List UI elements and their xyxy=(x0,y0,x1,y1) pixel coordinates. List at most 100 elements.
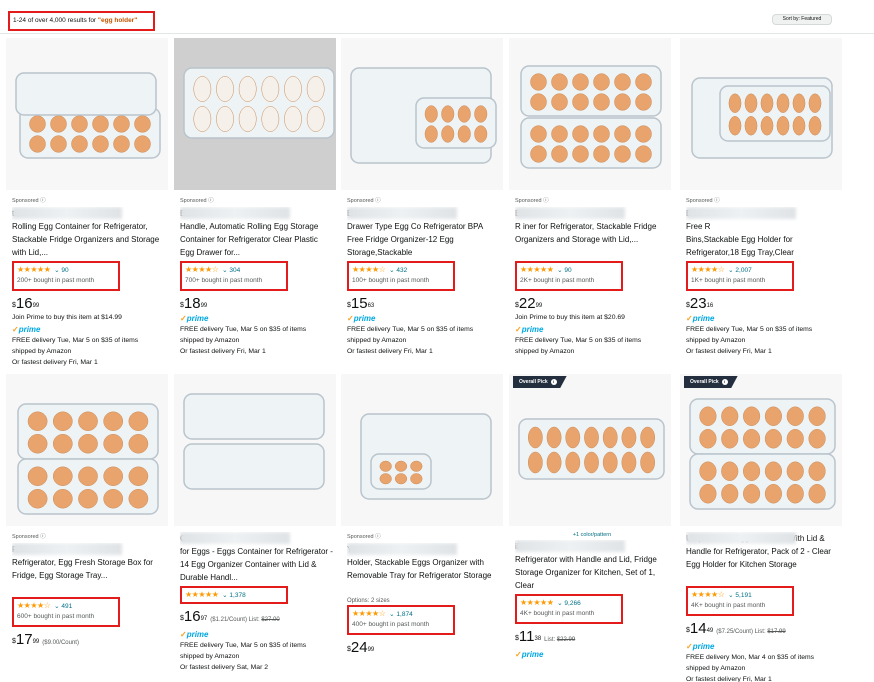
info-icon[interactable]: ⓘ xyxy=(40,534,46,540)
star-rating[interactable]: ★★★★☆ ⌄ 304 xyxy=(185,264,283,276)
product-title-link[interactable]: E r Drawer Type Egg Co Refrigerator BPA … xyxy=(347,207,501,260)
price-symbol: $ xyxy=(12,302,16,309)
product-price[interactable]: $1563 xyxy=(347,296,501,312)
rating-count[interactable]: ⌄ 5,191 xyxy=(726,592,752,599)
info-icon[interactable]: ⓘ xyxy=(40,198,46,204)
star-rating[interactable]: ★★★★★ ⌄ 9,266 xyxy=(520,597,618,609)
info-icon[interactable]: ⓘ xyxy=(543,198,549,204)
star-rating[interactable]: ★★★★☆ ⌄ 432 xyxy=(352,264,450,276)
rating-count[interactable]: ⌄ 9,266 xyxy=(555,600,581,607)
product-image[interactable] xyxy=(341,38,503,190)
product-image[interactable]: Overall Pick i xyxy=(509,374,671,526)
product-price[interactable]: $2299 xyxy=(515,296,669,312)
product-card[interactable]: Overall Picki Utopia Home Egg Container W… xyxy=(680,374,842,682)
sponsored-label: Sponsored ⓘ xyxy=(12,534,46,540)
rating-count[interactable]: ⌄ 2,007 xyxy=(726,267,752,274)
info-icon[interactable]: ⓘ xyxy=(208,198,214,204)
product-card[interactable]: Sponsored ⓘ Ye Holder, Stackable Eggs Org… xyxy=(341,374,503,682)
delivery-info: FREE delivery Tue, Mar 5 on $35 of items xyxy=(347,326,474,333)
product-title-link[interactable]: Ye Holder, Stackable Eggs Organizer with… xyxy=(347,543,501,596)
product-card[interactable]: C anizer Bins for Eggs - Eggs Container … xyxy=(174,374,336,682)
product-image[interactable] xyxy=(6,38,168,190)
rating-highlight: ★★★★☆ ⌄ 304 700+ bought in past month xyxy=(180,261,288,291)
egg-container-image xyxy=(15,72,161,159)
price-symbol: $ xyxy=(515,635,519,642)
product-title-link[interactable]: E tor BPA Free R Bins,Stackable Egg Hold… xyxy=(686,207,840,260)
star-rating[interactable]: ★★★★☆ ⌄ 1,874 xyxy=(352,608,450,620)
product-title-link[interactable]: E th Handle, Automatic Rolling Egg Stora… xyxy=(180,207,334,260)
star-rating[interactable]: ★★★★☆ ⌄ 5,191 xyxy=(691,589,789,601)
product-price[interactable]: $1899 xyxy=(180,296,334,312)
product-image[interactable] xyxy=(341,374,503,526)
rating-count[interactable]: ⌄ 432 xyxy=(387,267,407,274)
product-card[interactable]: Sponsored ⓘ R Container for Refrigerator,… xyxy=(6,374,168,682)
product-details: C anizer Bins for Eggs - Eggs Container … xyxy=(180,532,334,673)
rating-highlight: ★★★★☆ ⌄ 2,007 1K+ bought in past month xyxy=(686,261,794,291)
egg-container-image xyxy=(691,77,833,159)
price-symbol: $ xyxy=(180,302,184,309)
sponsored-label: Sponsored ⓘ xyxy=(180,198,214,204)
product-price[interactable]: $1449 ($7.25/Count) List: $17.99 xyxy=(686,621,840,640)
product-title-link[interactable]: iD Refrigerator with Handle and Lid, Fri… xyxy=(515,540,669,593)
fastest-delivery: Or fastest delivery Fri, Mar 1 xyxy=(12,359,98,366)
product-card[interactable]: Sponsored ⓘ E tic R iner for Refrigerator… xyxy=(509,38,671,370)
sort-dropdown[interactable]: Sort by: Featured xyxy=(772,14,832,25)
rating-highlight: ★★★★☆ ⌄ 1,874 400+ bought in past month xyxy=(347,605,455,635)
product-price[interactable]: $1699 xyxy=(12,296,166,312)
product-card[interactable]: Sponsored ⓘ tic Rolling Egg Container fo… xyxy=(6,38,168,370)
product-title-link[interactable]: R Container for Refrigerator, Egg Fresh … xyxy=(12,543,166,596)
blurred-brand-name xyxy=(515,540,625,552)
product-title-link[interactable]: C anizer Bins for Eggs - Eggs Container … xyxy=(180,532,334,585)
product-image[interactable] xyxy=(6,374,168,526)
product-image[interactable] xyxy=(509,38,671,190)
info-icon[interactable]: i xyxy=(721,378,728,385)
price-fraction: 99 xyxy=(32,639,40,645)
product-card[interactable]: Sponsored ⓘ E tor BPA Free R Bins,Stackab… xyxy=(680,38,842,370)
product-details: Sponsored ⓘ Ye Holder, Stackable Eggs Org… xyxy=(347,532,501,656)
product-card[interactable]: Sponsored ⓘ E th Handle, Automatic Rollin… xyxy=(174,38,336,370)
overall-pick-badge: Overall Pick i xyxy=(684,376,738,388)
star-rating[interactable]: ★★★★★ ⌄ 90 xyxy=(17,264,115,276)
info-icon[interactable]: ⓘ xyxy=(714,198,720,204)
rating-highlight: ★★★★☆ ⌄ 491 600+ bought in past month xyxy=(12,597,120,627)
product-card[interactable]: Overall Picki +1 color/pattern iD Refriger… xyxy=(509,374,671,682)
product-price[interactable]: $1138 List: $22.99 xyxy=(515,629,669,648)
product-image[interactable] xyxy=(174,38,336,190)
product-title-link[interactable]: tic Rolling Egg Container for Refrigerat… xyxy=(12,207,166,260)
product-price[interactable]: $2499 xyxy=(347,640,501,656)
rating-count[interactable]: ⌄ 90 xyxy=(52,267,69,274)
rating-count[interactable]: ⌄ 491 xyxy=(52,603,72,610)
product-details: Sponsored ⓘ E tor BPA Free R Bins,Stackab… xyxy=(686,196,840,357)
product-image[interactable]: Overall Pick i xyxy=(680,374,842,526)
product-details: Utopia Home Egg Container With Lid & Han… xyxy=(686,532,840,682)
star-rating[interactable]: ★★★★☆ ⌄ 491 xyxy=(17,600,115,612)
star-rating[interactable]: ★★★★☆ ⌄ 2,007 xyxy=(691,264,789,276)
product-title-link[interactable]: E tic R iner for Refrigerator, Stackable… xyxy=(515,207,669,260)
product-image[interactable] xyxy=(174,374,336,526)
rating-count[interactable]: ⌄ 1,874 xyxy=(387,611,413,618)
product-image[interactable] xyxy=(680,38,842,190)
options-count[interactable]: Options: 2 sizes xyxy=(347,598,501,604)
price-fraction: 99 xyxy=(535,303,543,309)
star-rating[interactable]: ★★★★★ ⌄ 1,378 xyxy=(185,589,283,601)
prime-check-icon: ✓ xyxy=(347,314,354,323)
product-price[interactable]: $2316 xyxy=(686,296,840,312)
rating-count[interactable]: ⌄ 1,378 xyxy=(220,592,246,599)
info-icon[interactable]: i xyxy=(550,378,557,385)
product-card[interactable]: Sponsored ⓘ E r Drawer Type Egg Co Refrig… xyxy=(341,38,503,370)
delivery-info: FREE delivery Tue, Mar 5 on $35 of items xyxy=(12,337,139,344)
rating-count[interactable]: ⌄ 304 xyxy=(220,267,240,274)
blurred-brand-name xyxy=(180,532,290,544)
bought-past-month: 4K+ bought in past month xyxy=(520,610,595,617)
product-price[interactable]: $1697 ($1.21/Count) List: $27.00 xyxy=(180,609,334,628)
info-icon[interactable]: ⓘ xyxy=(375,198,381,204)
color-options-link[interactable]: +1 color/pattern xyxy=(515,532,669,538)
rating-count[interactable]: ⌄ 90 xyxy=(555,267,572,274)
product-title-link[interactable]: Utopia Home Egg Container With Lid & Han… xyxy=(686,532,840,585)
product-details: +1 color/pattern iD Refrigerator with Han… xyxy=(515,532,669,660)
info-icon[interactable]: ⓘ xyxy=(375,534,381,540)
price-symbol: $ xyxy=(347,646,351,653)
product-price[interactable]: $1799 ($9.00/Count) xyxy=(12,632,166,651)
star-rating[interactable]: ★★★★★ ⌄ 90 xyxy=(520,264,618,276)
rating-highlight: ★★★★☆ ⌄ 5,191 4K+ bought in past month xyxy=(686,586,794,616)
